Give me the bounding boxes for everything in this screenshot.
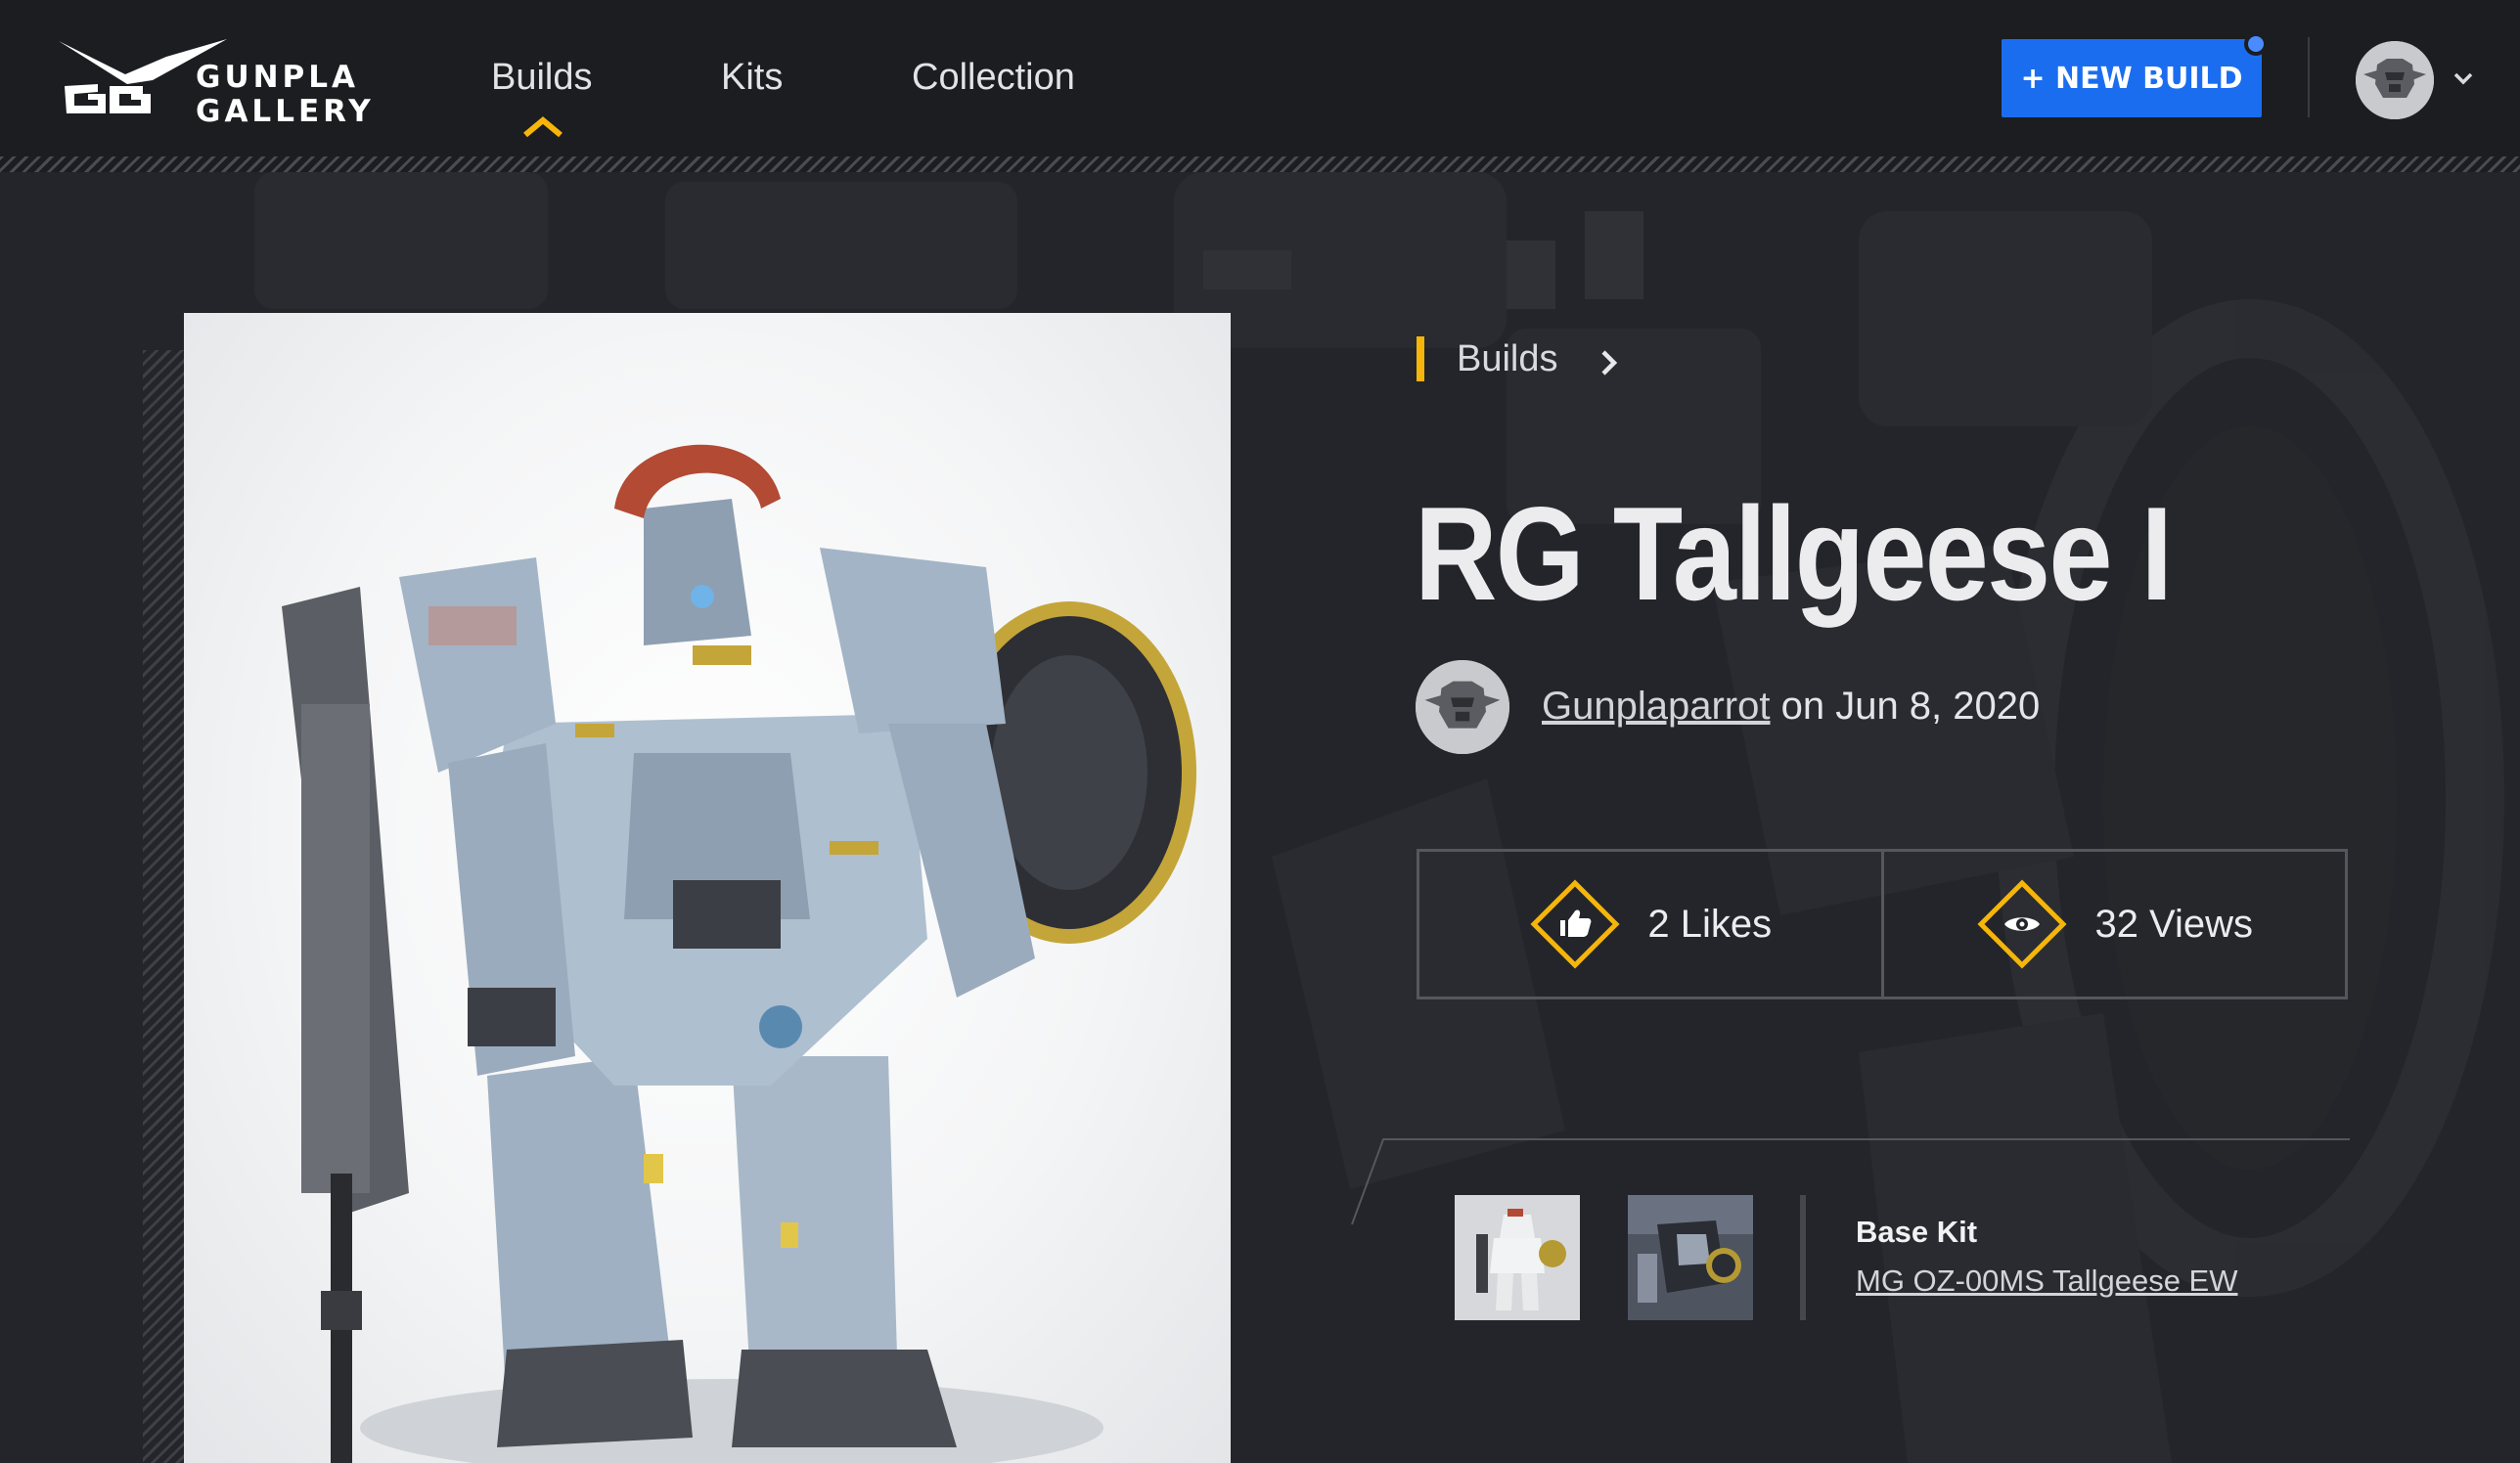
hero-frame-stripe [143,350,186,1463]
likes-stat[interactable]: 2 Likes [1419,852,1881,997]
breadcrumb-accent-bar [1417,336,1424,381]
kit-thumbnail-image [1628,1195,1753,1320]
eye-icon [1977,879,2067,969]
likes-count: 2 Likes [1647,902,1773,946]
logo-text: GUNPLA GALLERY [196,61,375,129]
post-date: on Jun 8, 2020 [1770,685,2041,728]
author-link[interactable]: Gunplaparrot [1542,685,1770,728]
author-line: Gunplaparrot on Jun 8, 2020 [1542,685,2040,729]
gunpla-gallery-logo[interactable]: GUNPLA GALLERY [59,35,401,133]
views-count: 32 Views [2094,902,2254,946]
logo-text-line2: GALLERY [196,94,375,129]
chevron-right-icon [1601,350,1618,376]
kit-thumbnail[interactable] [1628,1195,1753,1320]
nav-kits[interactable]: Kits [721,57,783,99]
nav-active-chevron-icon [523,116,562,138]
nav-collection[interactable]: Collection [912,57,1075,99]
stats-box: 2 Likes 32 Views [1417,849,2348,999]
base-kit-label: Base Kit [1856,1215,1978,1249]
notification-dot [2244,32,2268,56]
header-stripe-divider [0,156,2520,172]
robot-avatar-icon [2356,41,2434,119]
chevron-down-icon[interactable] [2451,68,2476,88]
thumbs-up-icon [1530,879,1620,969]
build-main-image[interactable] [184,313,1231,1463]
base-kit-link[interactable]: MG OZ-00MS Tallgeese EW [1856,1264,2237,1299]
header-divider [2308,37,2310,117]
page-title: RG Tallgeese I [1415,479,2173,628]
robot-avatar-icon [1416,660,1509,754]
new-build-button[interactable]: + NEW BUILD [2002,39,2262,117]
kit-thumbnail[interactable] [1455,1195,1580,1320]
mech-figure-illustration [282,444,1196,1463]
kit-thumbnail-image [1455,1195,1580,1320]
logo-text-line1: GUNPLA [196,60,360,95]
views-stat: 32 Views [1880,852,2346,997]
user-avatar[interactable] [2356,41,2434,119]
nav-builds[interactable]: Builds [491,57,593,99]
author-avatar[interactable] [1416,660,1509,754]
breadcrumb-builds-link[interactable]: Builds [1457,338,1558,380]
kit-separator [1800,1195,1806,1320]
